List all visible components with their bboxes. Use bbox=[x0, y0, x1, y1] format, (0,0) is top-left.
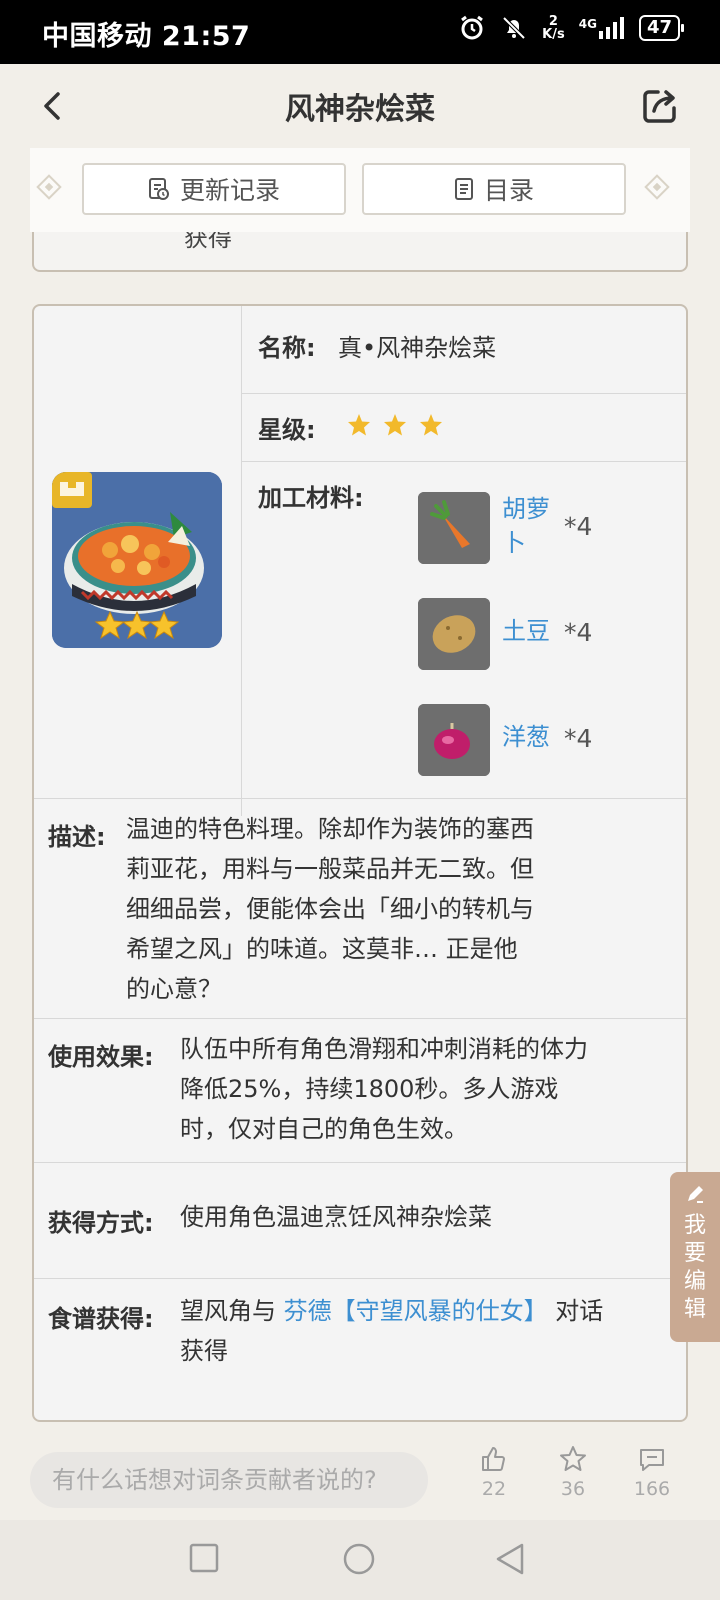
contents-label: 目录 bbox=[483, 176, 534, 205]
comment-input[interactable]: 有什么话想对词条贡献者说的? bbox=[30, 1452, 428, 1508]
share-icon[interactable] bbox=[640, 86, 680, 126]
materials-row: 加工材料: 胡萝卜 *4 土豆 *4 洋葱 *4 bbox=[242, 462, 686, 816]
effect-label: 使用效果: bbox=[48, 1043, 154, 1071]
carrot-icon bbox=[418, 492, 490, 564]
dish-info-card: 名称: 真•风神杂烩菜 星级: 加工材料: 胡萝卜 *4 土豆 *4 洋葱 *4… bbox=[32, 304, 688, 1422]
star-icon bbox=[348, 414, 370, 436]
rarity-label: 星级: bbox=[258, 416, 316, 444]
like-count: 22 bbox=[481, 1478, 507, 1500]
status-icons: 2 K/s 4G 47 bbox=[458, 14, 685, 42]
previous-section-card: 获得 bbox=[32, 232, 688, 272]
update-log-icon bbox=[148, 178, 169, 200]
pencil-icon bbox=[688, 1186, 703, 1203]
material-item-carrot[interactable]: 胡萝卜 *4 bbox=[418, 492, 678, 566]
battery-indicator: 47 bbox=[638, 15, 685, 41]
potato-icon bbox=[418, 598, 490, 670]
material-qty-carrot: *4 bbox=[564, 512, 593, 541]
name-row: 名称: 真•风神杂烩菜 bbox=[242, 306, 686, 394]
effect-row: 使用效果: 队伍中所有角色滑翔和冲刺消耗的体力 降低25%，持续1800秒。多人… bbox=[34, 1018, 686, 1162]
rarity-stars bbox=[346, 412, 454, 438]
recipe-text: 望风角与 芬德【守望风暴的仕女】 对话 获得 bbox=[180, 1297, 604, 1365]
like-button[interactable]: 22 bbox=[464, 1444, 524, 1500]
star-outline-icon bbox=[560, 1446, 586, 1471]
contents-button[interactable]: 目录 bbox=[362, 163, 626, 215]
contents-icon bbox=[454, 178, 473, 200]
thumbs-up-icon bbox=[482, 1447, 505, 1471]
update-log-button[interactable]: 更新记录 bbox=[82, 163, 346, 215]
obtain-label: 获得方式: bbox=[48, 1209, 154, 1237]
comment-count: 166 bbox=[633, 1478, 671, 1500]
app-header: 风神杂烩菜 bbox=[0, 64, 720, 148]
name-label: 名称: bbox=[258, 334, 316, 362]
star-icon bbox=[420, 414, 442, 436]
network-type: 4G bbox=[578, 17, 597, 31]
obtain-text: 使用角色温迪烹饪风神杂烩菜 bbox=[180, 1203, 492, 1231]
previous-section-text: 获得 bbox=[184, 232, 232, 252]
obtain-row: 获得方式: 使用角色温迪烹饪风神杂烩菜 bbox=[34, 1162, 686, 1278]
network-speed: 2 K/s bbox=[542, 14, 565, 42]
material-name-carrot[interactable]: 胡萝卜 bbox=[502, 492, 558, 560]
material-qty-onion: *4 bbox=[564, 724, 593, 753]
carrier-time: 中国移动 21:57 bbox=[42, 21, 251, 52]
favorite-button[interactable]: 36 bbox=[543, 1444, 603, 1500]
recent-apps-icon[interactable] bbox=[188, 1542, 220, 1574]
system-nav-bar bbox=[0, 1520, 720, 1600]
dish-image-cell bbox=[34, 306, 242, 816]
ornament-left bbox=[36, 174, 62, 200]
recipe-row: 食谱获得: 望风角与 芬德【守望风暴的仕女】 对话 获得 bbox=[34, 1278, 686, 1420]
name-value: 真•风神杂烩菜 bbox=[338, 334, 497, 362]
mute-bell-icon bbox=[502, 16, 526, 40]
material-qty-potato: *4 bbox=[564, 618, 593, 647]
material-name-onion[interactable]: 洋葱 bbox=[502, 720, 558, 754]
rarity-row: 星级: bbox=[242, 394, 686, 462]
material-item-onion[interactable]: 洋葱 *4 bbox=[418, 704, 678, 778]
edit-button[interactable]: 我 要 编 辑 bbox=[670, 1172, 720, 1342]
recipe-label: 食谱获得: bbox=[48, 1305, 154, 1333]
comment-icon bbox=[640, 1449, 664, 1471]
update-log-label: 更新记录 bbox=[179, 176, 280, 205]
signal: 4G bbox=[579, 17, 625, 39]
status-bar: 中国移动 21:57 2 K/s 4G 47 bbox=[0, 0, 720, 64]
section-nav: 更新记录 目录 bbox=[30, 148, 690, 232]
page-title: 风神杂烩菜 bbox=[285, 92, 435, 127]
comment-button[interactable]: 166 bbox=[622, 1444, 682, 1500]
star-icon bbox=[384, 414, 406, 436]
description-row: 描述: 温迪的特色料理。除却作为装饰的塞西 莉亚花，用料与一般菜品并无二致。但 … bbox=[34, 798, 686, 1018]
back-nav-icon[interactable] bbox=[494, 1542, 526, 1576]
onion-icon bbox=[418, 704, 490, 776]
dish-image bbox=[52, 472, 222, 648]
description-text: 温迪的特色料理。除却作为装饰的塞西 莉亚花，用料与一般菜品并无二致。但 细细品尝… bbox=[126, 815, 534, 1003]
recipe-npc-link[interactable]: 芬德【守望风暴的仕女】 bbox=[284, 1297, 548, 1325]
alarm-icon bbox=[461, 15, 484, 40]
favorite-count: 36 bbox=[560, 1478, 586, 1500]
material-item-potato[interactable]: 土豆 *4 bbox=[418, 598, 678, 672]
materials-label: 加工材料: bbox=[258, 484, 364, 512]
home-icon[interactable] bbox=[342, 1542, 376, 1576]
ornament-right bbox=[644, 174, 670, 200]
material-name-potato[interactable]: 土豆 bbox=[502, 614, 558, 648]
effect-text: 队伍中所有角色滑翔和冲刺消耗的体力 降低25%，持续1800秒。多人游戏 时，仅… bbox=[180, 1035, 588, 1143]
comment-bar: 有什么话想对词条贡献者说的? 22 36 166 bbox=[0, 1432, 720, 1518]
description-label: 描述: bbox=[48, 823, 106, 851]
signal-bars-icon bbox=[598, 17, 624, 39]
